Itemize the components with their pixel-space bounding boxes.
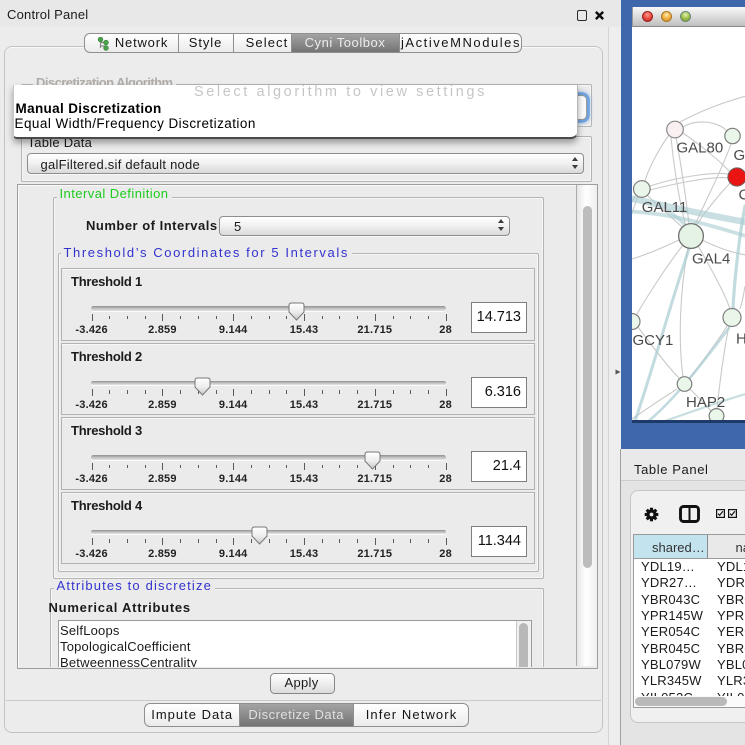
svg-text:GAL4: GAL4	[692, 251, 730, 268]
svg-text:GAL80: GAL80	[677, 140, 724, 157]
svg-text:GCY1: GCY1	[633, 332, 674, 349]
svg-text:CDC: CDC	[739, 187, 745, 204]
svg-text:HAP2: HAP2	[686, 394, 725, 411]
svg-text:GAL11: GAL11	[642, 199, 688, 216]
svg-text:HAP: HAP	[736, 331, 745, 348]
svg-text:GAL3: GAL3	[734, 147, 745, 164]
